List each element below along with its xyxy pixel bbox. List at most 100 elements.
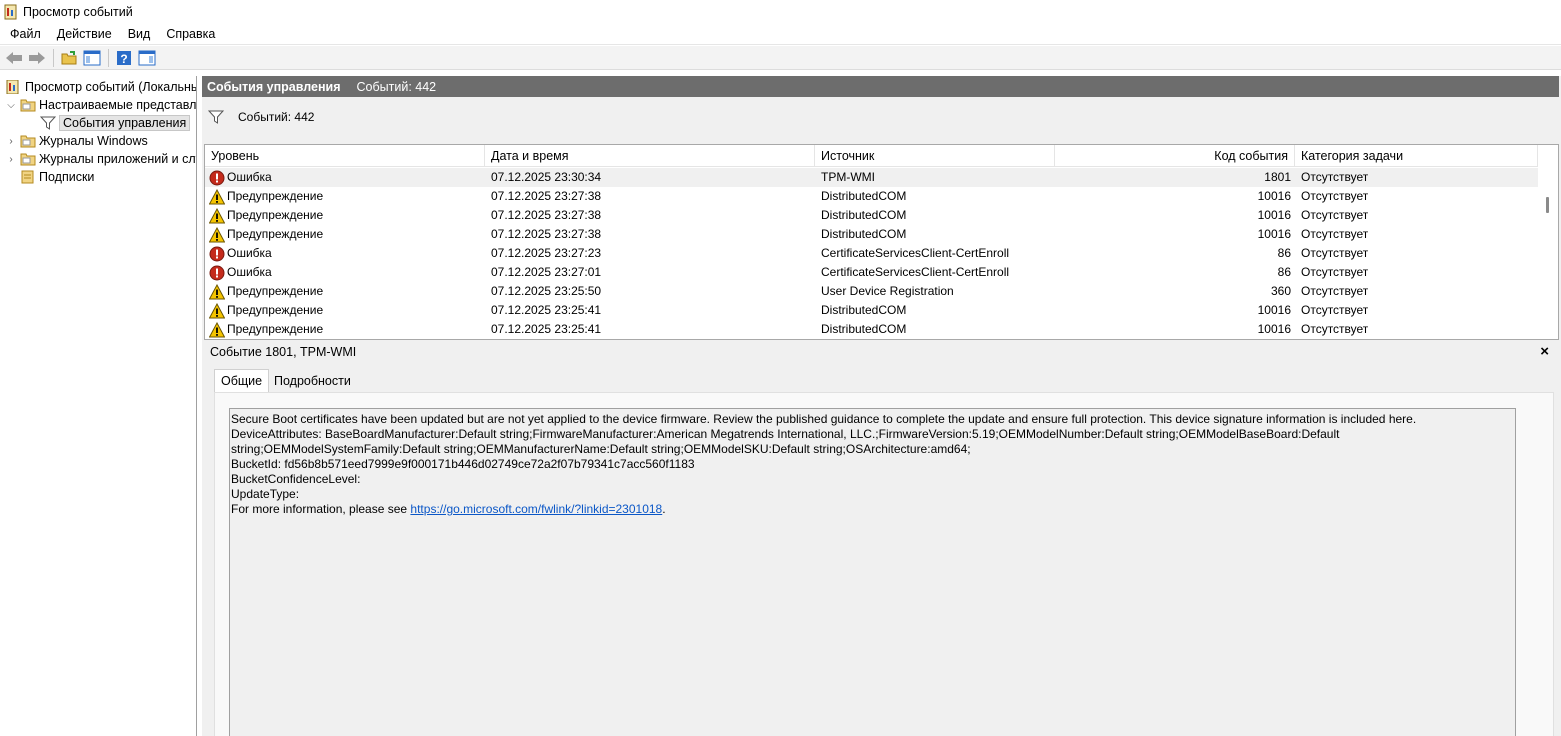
tree-item-label: События управления	[59, 115, 191, 131]
console-tree-icon[interactable]	[82, 48, 102, 68]
more-info-suffix: .	[662, 502, 666, 516]
cell-level: Предупреждение	[209, 282, 323, 301]
cell-date: 07.12.2025 23:27:38	[491, 208, 602, 222]
toolbar-separator	[108, 48, 109, 67]
folder-icon	[20, 98, 36, 112]
menu-bar: Файл Действие Вид Справка	[0, 23, 1561, 45]
cell-source: DistributedCOM	[821, 208, 907, 222]
table-row[interactable]: Ошибка 07.12.2025 23:27:23 CertificateServ…	[205, 244, 1538, 263]
cell-level-text: Ошибка	[227, 246, 272, 260]
warning-icon	[209, 283, 226, 300]
open-folder-icon[interactable]	[59, 48, 79, 68]
cell-code: 86	[1277, 246, 1291, 260]
main-pane: События управления Событий: 442 Событий:…	[202, 76, 1561, 736]
table-row[interactable]: Предупреждение 07.12.2025 23:25:41 Distrib…	[205, 301, 1538, 320]
toolbar-separator	[53, 48, 54, 67]
cell-level: Предупреждение	[209, 301, 323, 320]
cell-category: Отсутствует	[1301, 246, 1369, 260]
more-info-link[interactable]: https://go.microsoft.com/fwlink/?linkid=…	[410, 502, 662, 516]
cell-source: DistributedCOM	[821, 303, 907, 317]
tree-item-admin-events[interactable]: События управления	[39, 114, 191, 132]
event-viewer-icon	[6, 79, 22, 95]
warning-icon	[209, 207, 226, 224]
chevron-right-icon[interactable]: ›	[6, 154, 16, 165]
error-icon	[209, 265, 225, 281]
cell-date: 07.12.2025 23:27:38	[491, 189, 602, 203]
back-arrow-icon[interactable]	[4, 48, 24, 68]
filter-icon	[207, 110, 225, 124]
filter-icon	[39, 116, 57, 130]
cell-category: Отсутствует	[1301, 322, 1369, 336]
close-icon[interactable]: ×	[1540, 343, 1549, 360]
cell-level-text: Предупреждение	[227, 322, 324, 336]
cell-date: 07.12.2025 23:27:23	[491, 246, 602, 260]
column-header-code[interactable]: Код события	[1055, 145, 1295, 167]
tab-general[interactable]: Общие	[214, 369, 270, 393]
description-line: BucketConfidenceLevel:	[231, 472, 361, 486]
tree-item-label: Настраиваемые представления	[39, 98, 197, 112]
tree-item-subscriptions[interactable]: Подписки	[20, 168, 94, 186]
cell-level: Ошибка	[209, 168, 272, 187]
column-header-category[interactable]: Категория задачи	[1295, 145, 1538, 167]
scrollbar-thumb[interactable]	[1546, 197, 1549, 213]
events-table-header: Уровень Дата и время Источник Код событи…	[205, 145, 1538, 167]
tree-item-custom-views[interactable]: ⌵ Настраиваемые представления	[6, 96, 197, 114]
tree-root-label: Просмотр событий (Локальный)	[25, 80, 197, 94]
console-tree: Просмотр событий (Локальный) ⌵ Настраива…	[0, 76, 197, 736]
folder-icon	[20, 134, 36, 148]
warning-icon	[209, 302, 226, 319]
subscription-icon	[20, 170, 36, 184]
more-info-prefix: For more information, please see	[231, 502, 411, 516]
cell-category: Отсутствует	[1301, 303, 1369, 317]
tree-item-app-logs[interactable]: › Журналы приложений и служб	[6, 150, 196, 168]
cell-date: 07.12.2025 23:27:01	[491, 265, 602, 279]
warning-icon	[209, 321, 226, 338]
event-description[interactable]: Secure Boot certificates have been updat…	[229, 408, 1516, 736]
cell-level: Предупреждение	[209, 225, 323, 244]
menu-view[interactable]: Вид	[120, 24, 159, 44]
table-row[interactable]: Предупреждение 07.12.2025 23:25:41 Distrib…	[205, 320, 1538, 339]
error-icon	[209, 170, 225, 186]
menu-file[interactable]: Файл	[2, 24, 49, 44]
cell-category: Отсутствует	[1301, 189, 1369, 203]
menu-action[interactable]: Действие	[49, 24, 120, 44]
chevron-down-icon[interactable]: ⌵	[6, 100, 16, 111]
cell-level: Предупреждение	[209, 206, 323, 225]
table-row[interactable]: Предупреждение 07.12.2025 23:25:50 User De…	[205, 282, 1538, 301]
event-detail-pane: Событие 1801, TPM-WMI × Общие Подробност…	[204, 339, 1559, 736]
table-row[interactable]: Предупреждение 07.12.2025 23:27:38 Distrib…	[205, 206, 1538, 225]
help-icon[interactable]: ?	[114, 48, 134, 68]
cell-category: Отсутствует	[1301, 227, 1369, 241]
view-event-count: Событий: 442	[356, 79, 437, 94]
cell-date: 07.12.2025 23:25:41	[491, 322, 602, 336]
table-row[interactable]: Предупреждение 07.12.2025 23:27:38 Distrib…	[205, 225, 1538, 244]
table-row[interactable]: Предупреждение 07.12.2025 23:27:38 Distrib…	[205, 187, 1538, 206]
svg-text:?: ?	[120, 52, 127, 66]
description-line: DeviceAttributes: BaseBoardManufacturer:…	[231, 427, 1340, 441]
forward-arrow-icon[interactable]	[27, 48, 47, 68]
toolbar: ?	[0, 46, 1561, 70]
description-line: UpdateType:	[231, 487, 300, 501]
event-detail-header: Событие 1801, TPM-WMI ×	[204, 342, 1559, 362]
cell-level-text: Ошибка	[227, 170, 272, 184]
cell-level-text: Предупреждение	[227, 284, 324, 298]
cell-category: Отсутствует	[1301, 265, 1369, 279]
cell-category: Отсутствует	[1301, 284, 1369, 298]
cell-level: Ошибка	[209, 263, 272, 282]
tree-root[interactable]: Просмотр событий (Локальный)	[6, 78, 197, 96]
table-row[interactable]: Ошибка 07.12.2025 23:30:34 TPM-WMI 1801 Отсу…	[205, 168, 1538, 187]
cell-date: 07.12.2025 23:25:41	[491, 303, 602, 317]
tree-item-windows-logs[interactable]: › Журналы Windows	[6, 132, 147, 150]
cell-date: 07.12.2025 23:27:38	[491, 227, 602, 241]
cell-source: DistributedCOM	[821, 322, 907, 336]
tab-details[interactable]: Подробности	[268, 370, 357, 392]
cell-date: 07.12.2025 23:30:34	[491, 170, 602, 184]
table-row[interactable]: Ошибка 07.12.2025 23:27:01 CertificateServ…	[205, 263, 1538, 282]
menu-help[interactable]: Справка	[158, 24, 223, 44]
chevron-right-icon[interactable]: ›	[6, 136, 16, 147]
column-header-level[interactable]: Уровень	[205, 145, 485, 167]
cell-source: CertificateServicesClient-CertEnroll	[821, 246, 1010, 260]
column-header-date[interactable]: Дата и время	[485, 145, 815, 167]
action-pane-icon[interactable]	[137, 48, 157, 68]
column-header-source[interactable]: Источник	[815, 145, 1055, 167]
